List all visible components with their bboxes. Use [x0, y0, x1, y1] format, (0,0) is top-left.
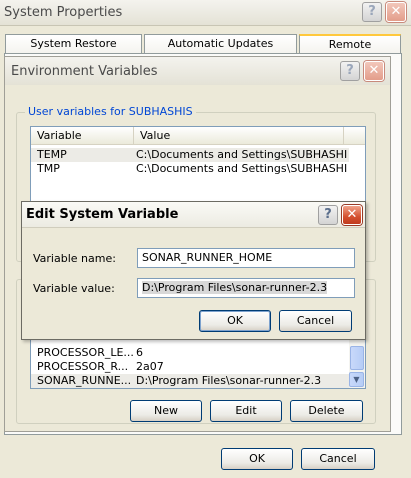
environment-variables-help-button[interactable]: ? — [340, 61, 360, 81]
system-variable-row[interactable]: PROCESSOR_R... 2a07 — [31, 360, 349, 374]
edit-system-variable-dialog: Edit System Variable ? ✕ Variable name: … — [21, 201, 366, 340]
system-variable-name: SONAR_RUNNE... — [37, 374, 132, 387]
column-header-value[interactable]: Value — [134, 127, 344, 145]
system-properties-cancel-button[interactable]: Cancel — [301, 448, 375, 470]
system-variable-row[interactable]: PROCESSOR_LE... 6 — [31, 346, 349, 360]
system-properties-title: System Properties — [4, 5, 123, 20]
scroll-down-icon[interactable]: ▼ — [349, 372, 364, 387]
edit-dialog-help-button[interactable]: ? — [318, 205, 338, 225]
variable-value-field[interactable]: D:\Program Files\sonar-runner-2.3 — [137, 278, 355, 298]
environment-variables-titlebar: Environment Variables ? ✕ — [5, 57, 390, 85]
tab-system-restore[interactable]: System Restore — [5, 34, 142, 54]
edit-system-variable-title: Edit System Variable — [26, 207, 179, 222]
user-variables-group-label: User variables for SUBHASHIS — [25, 105, 196, 118]
environment-variables-close-button[interactable]: ✕ — [364, 61, 384, 81]
edit-dialog-close-button[interactable]: ✕ — [342, 205, 362, 225]
system-properties-help-button[interactable]: ? — [362, 2, 382, 22]
system-variable-row-selected[interactable]: SONAR_RUNNE... D:\Program Files\sonar-ru… — [31, 374, 349, 388]
edit-button[interactable]: Edit — [210, 400, 282, 422]
system-properties-close-button[interactable]: ✕ — [386, 2, 406, 22]
system-variable-value: 2a07 — [136, 360, 164, 373]
scrollbar-thumb[interactable] — [350, 346, 364, 370]
edit-system-variable-titlebar: Edit System Variable ? ✕ — [22, 202, 365, 228]
user-variable-value: C:\Documents and Settings\SUBHASHIS ... — [136, 148, 348, 161]
user-variables-header: Variable Value — [31, 127, 365, 145]
column-header-variable[interactable]: Variable — [31, 127, 134, 145]
variable-name-field[interactable]: SONAR_RUNNER_HOME — [137, 248, 355, 268]
tab-remote[interactable]: Remote — [299, 34, 401, 54]
environment-variables-title: Environment Variables — [11, 64, 158, 79]
user-variable-name: TEMP — [37, 148, 67, 161]
edit-dialog-ok-button[interactable]: OK — [199, 310, 271, 332]
variable-value-text: D:\Program Files\sonar-runner-2.3 — [142, 281, 328, 294]
system-variable-value: D:\Program Files\sonar-runner-2.3 — [136, 374, 322, 387]
user-variable-value: C:\Documents and Settings\SUBHASHIS ... — [136, 162, 348, 175]
variable-name-label: Variable name: — [33, 252, 116, 265]
variable-value-label: Variable value: — [33, 282, 115, 295]
system-properties-titlebar: System Properties ? ✕ — [0, 0, 411, 26]
system-variable-name: PROCESSOR_LE... — [37, 346, 133, 359]
system-variable-value: 6 — [136, 346, 143, 359]
edit-dialog-cancel-button[interactable]: Cancel — [279, 310, 352, 332]
tab-automatic-updates[interactable]: Automatic Updates — [144, 34, 297, 54]
user-variable-row[interactable]: TMP C:\Documents and Settings\SUBHASHIS … — [31, 162, 349, 176]
system-variable-name: PROCESSOR_R... — [37, 360, 129, 373]
user-variable-name: TMP — [37, 162, 60, 175]
new-button[interactable]: New — [130, 400, 202, 422]
system-properties-ok-button[interactable]: OK — [221, 448, 293, 470]
delete-button[interactable]: Delete — [290, 400, 363, 422]
user-variable-row[interactable]: TEMP C:\Documents and Settings\SUBHASHIS… — [31, 148, 349, 162]
